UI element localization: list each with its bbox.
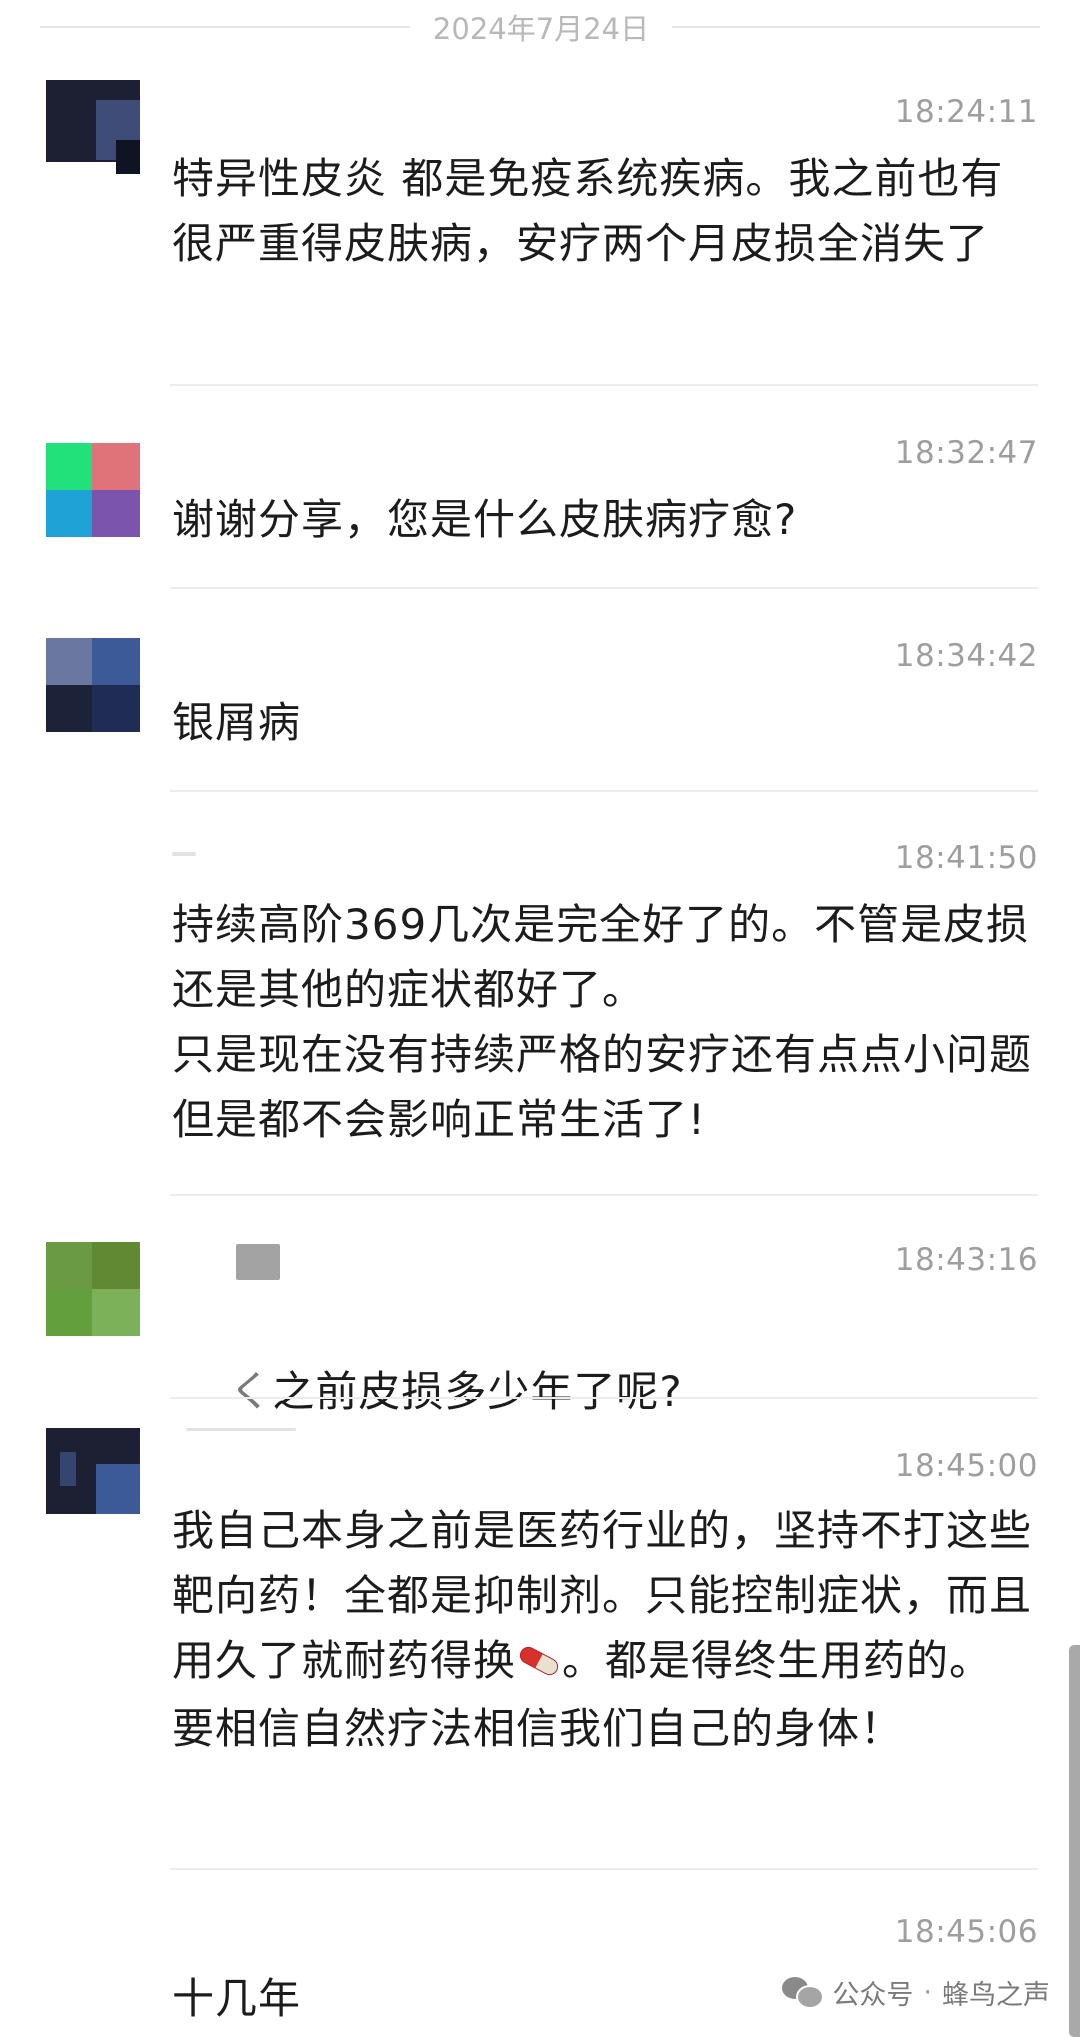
watermark-separator: · bbox=[923, 1976, 932, 2008]
avatar[interactable] bbox=[46, 443, 140, 537]
comment-time: 18:41:50 bbox=[894, 840, 1038, 876]
comment-text: 持续高阶369几次是完全好了的。不管是皮损还是其他的症状都好了。 只是现在没有持… bbox=[172, 900, 1033, 1144]
comment-time: 18:45:00 bbox=[894, 1448, 1038, 1484]
comment-divider bbox=[170, 1868, 1038, 1870]
comment-divider bbox=[170, 1194, 1038, 1196]
date-divider-left bbox=[40, 26, 410, 28]
watermark: 公众号 · 蜂鸟之声 bbox=[782, 1970, 1050, 2014]
comment-time: 18:43:16 bbox=[894, 1242, 1038, 1278]
date-separator: 2024年7月24日 bbox=[40, 0, 1040, 56]
avatar[interactable] bbox=[46, 80, 140, 174]
comment-divider bbox=[170, 790, 1038, 792]
comment-text: 特异性皮炎 都是免疫系统疾病。我之前也有很严重得皮肤病，安疗两个月皮损全消失了 bbox=[172, 154, 1004, 268]
comment-divider bbox=[170, 587, 1038, 589]
watermark-name: 蜂鸟之声 bbox=[942, 1979, 1050, 2011]
date-label: 2024年7月24日 bbox=[432, 12, 650, 46]
username-blur bbox=[186, 1428, 296, 1431]
reply-mention-blur: く bbox=[229, 1367, 273, 1416]
comment-time: 18:24:11 bbox=[894, 94, 1038, 130]
avatar[interactable] bbox=[46, 1428, 140, 1522]
avatar[interactable] bbox=[46, 638, 140, 732]
watermark-prefix: 公众号 bbox=[832, 1979, 914, 2011]
comment-text: 谢谢分享，您是什么皮肤病疗愈? bbox=[172, 495, 798, 544]
avatar[interactable] bbox=[46, 1242, 140, 1336]
comment-text-content: 之前皮损多少年了呢? bbox=[272, 1367, 683, 1416]
comment-text: 我自己本身之前是医药行业的，坚持不打这些靶向药！全都是抑制剂。只能控制症状，而且… bbox=[172, 1498, 1032, 1761]
comment-divider bbox=[170, 384, 1038, 386]
comment-time: 18:32:47 bbox=[894, 435, 1038, 471]
avatar[interactable] bbox=[172, 852, 196, 856]
comment-time: 18:45:06 bbox=[894, 1914, 1038, 1950]
pill-icon bbox=[516, 1631, 562, 1696]
scrollbar[interactable] bbox=[1069, 1645, 1080, 2037]
comment-time: 18:34:42 bbox=[894, 638, 1038, 674]
date-divider-right bbox=[672, 26, 1040, 28]
wechat-icon bbox=[782, 1975, 825, 2009]
username-blur bbox=[236, 1244, 280, 1280]
comment-divider bbox=[170, 1397, 1038, 1399]
comment-text: 银屑病 bbox=[172, 698, 302, 747]
